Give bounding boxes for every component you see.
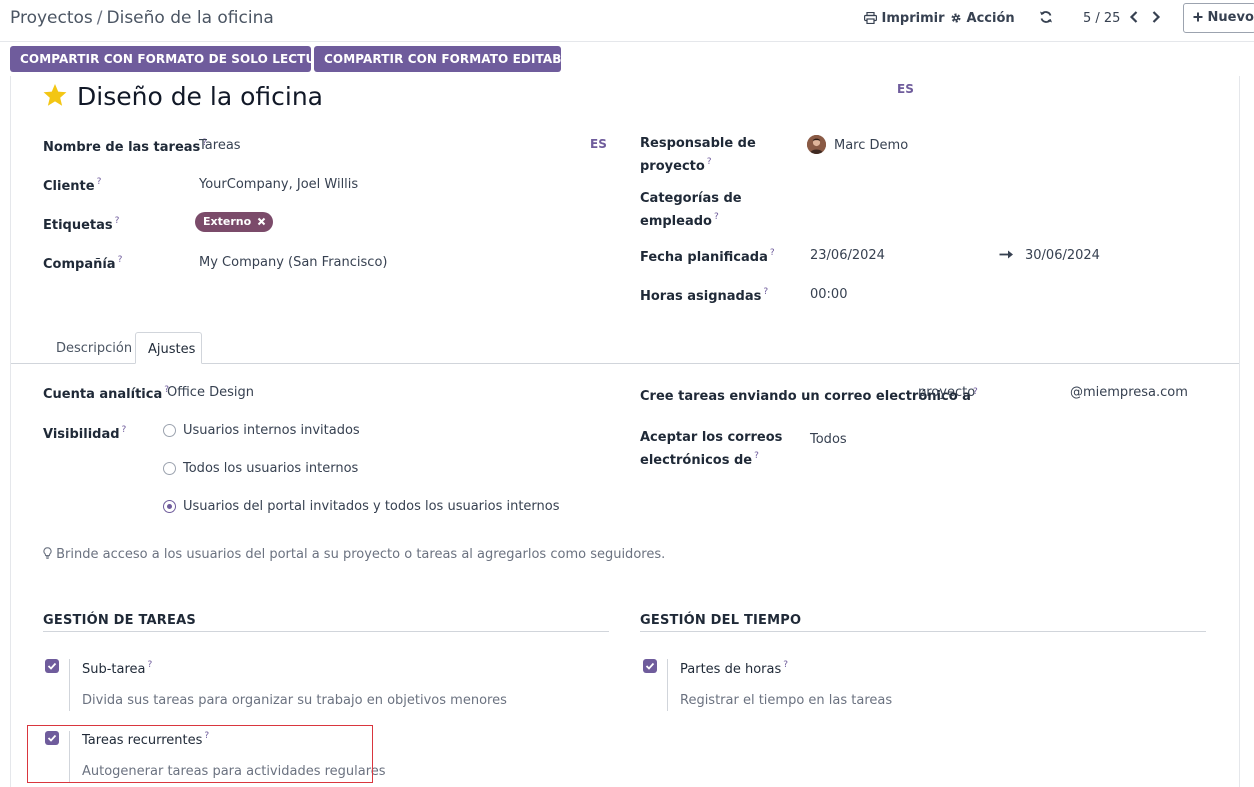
breadcrumb-current: Diseño de la oficina [106, 8, 274, 28]
visibility-option-label[interactable]: Todos los usuarios internos [183, 461, 358, 476]
tab-description[interactable]: Descripción [44, 332, 134, 364]
chevron-left-icon[interactable] [1128, 9, 1142, 27]
planned-date-start[interactable]: 23/06/2024 [810, 248, 885, 263]
setting-divider [69, 659, 70, 711]
analytic-account-field[interactable]: Office Design [167, 385, 254, 400]
manager-label: Responsable de proyecto? [640, 136, 756, 174]
customer-field[interactable]: YourCompany, Joel Willis [199, 177, 358, 192]
visibility-radio-all-internal[interactable] [163, 462, 176, 475]
visibility-option-label[interactable]: Usuarios internos invitados [183, 423, 360, 438]
tasks-name-language-button[interactable]: ES [590, 137, 607, 151]
action-button[interactable]: Acción [950, 11, 1015, 26]
plus-icon [1193, 10, 1203, 25]
print-button[interactable]: Imprimir [864, 11, 945, 26]
share-editable-button[interactable]: COMPARTIR CON FORMATO EDITABLE [314, 46, 577, 72]
subtask-setting-name: Sub-tarea? [82, 660, 153, 677]
tag-badge[interactable]: Externo [195, 212, 273, 232]
tasks-name-field[interactable]: Tareas [199, 138, 241, 153]
company-label: Compañía? [43, 255, 123, 272]
analytic-account-label: Cuenta analítica? [43, 385, 170, 402]
new-button[interactable]: Nuevo [1183, 3, 1254, 33]
chevron-right-icon[interactable] [1150, 9, 1164, 27]
visibility-label: Visibilidad? [43, 425, 127, 442]
timesheets-setting-name: Partes de horas? [680, 660, 789, 677]
tags-label: Etiquetas? [43, 216, 120, 233]
task-management-divider [43, 631, 609, 632]
tag-label: Externo [203, 215, 252, 228]
time-management-divider [640, 631, 1206, 632]
manager-field[interactable]: Marc Demo [834, 138, 908, 153]
record-title[interactable]: Diseño de la oficina [77, 82, 323, 111]
avatar [807, 135, 826, 154]
highlight-box [27, 725, 373, 783]
star-icon[interactable] [42, 83, 68, 111]
breadcrumb: Proyectos / Diseño de la oficina [10, 8, 274, 28]
tab-settings[interactable]: Ajustes [135, 332, 202, 364]
allocated-hours-field[interactable]: 00:00 [810, 287, 847, 302]
share-readonly-button[interactable]: COMPARTIR CON FORMATO DE SOLO LECTURA [10, 46, 334, 72]
visibility-option-label[interactable]: Usuarios del portal invitados y todos lo… [183, 499, 560, 514]
refresh-icon[interactable] [1039, 10, 1053, 28]
title-language-button[interactable]: ES [897, 82, 914, 96]
control-panel: Proyectos / Diseño de la oficina Imprimir … [0, 0, 1254, 42]
setting-divider [667, 659, 668, 711]
employee-categories-label: Categorías de empleado? [640, 191, 742, 229]
task-management-title: GESTIÓN DE TAREAS [43, 613, 196, 628]
subtask-setting-desc: Divida sus tareas para organizar su trab… [82, 693, 507, 708]
arrow-right-icon [999, 249, 1014, 264]
tasks-name-label: Nombre de las tareas? [43, 138, 208, 155]
breadcrumb-projects-link[interactable]: Proyectos [10, 8, 93, 28]
planned-date-label: Fecha planificada? [640, 248, 775, 265]
email-alias-domain: @miempresa.com [1070, 385, 1188, 400]
printer-icon [864, 11, 878, 26]
visibility-radio-portal[interactable] [163, 500, 176, 513]
gear-icon [950, 11, 962, 26]
email-alias-field[interactable]: proyecto [918, 385, 975, 400]
portal-hint-text: Brinde acceso a los usuarios del portal … [56, 547, 666, 562]
print-label: Imprimir [881, 11, 945, 26]
close-icon[interactable] [255, 215, 266, 228]
accept-emails-field[interactable]: Todos [810, 432, 847, 447]
allocated-hours-label: Horas asignadas? [640, 287, 769, 304]
timesheets-setting-desc: Registrar el tiempo en las tareas [680, 693, 893, 708]
visibility-radio-invited-internal[interactable] [163, 424, 176, 437]
time-management-title: GESTIÓN DEL TIEMPO [640, 613, 802, 628]
customer-label: Cliente? [43, 177, 102, 194]
lightbulb-icon [43, 547, 52, 562]
timesheets-checkbox[interactable] [643, 659, 657, 673]
subtask-checkbox[interactable] [45, 659, 59, 673]
breadcrumb-separator: / [96, 8, 103, 28]
company-field[interactable]: My Company (San Francisco) [199, 255, 387, 270]
planned-date-end[interactable]: 30/06/2024 [1025, 248, 1100, 263]
action-label: Acción [966, 11, 1015, 26]
portal-hint: Brinde acceso a los usuarios del portal … [43, 547, 665, 562]
pager-value[interactable]: 5 / 25 [1083, 11, 1120, 26]
new-label: Nuevo [1207, 10, 1254, 25]
accept-emails-label: Aceptar los correos electrónicos de? [640, 430, 783, 468]
